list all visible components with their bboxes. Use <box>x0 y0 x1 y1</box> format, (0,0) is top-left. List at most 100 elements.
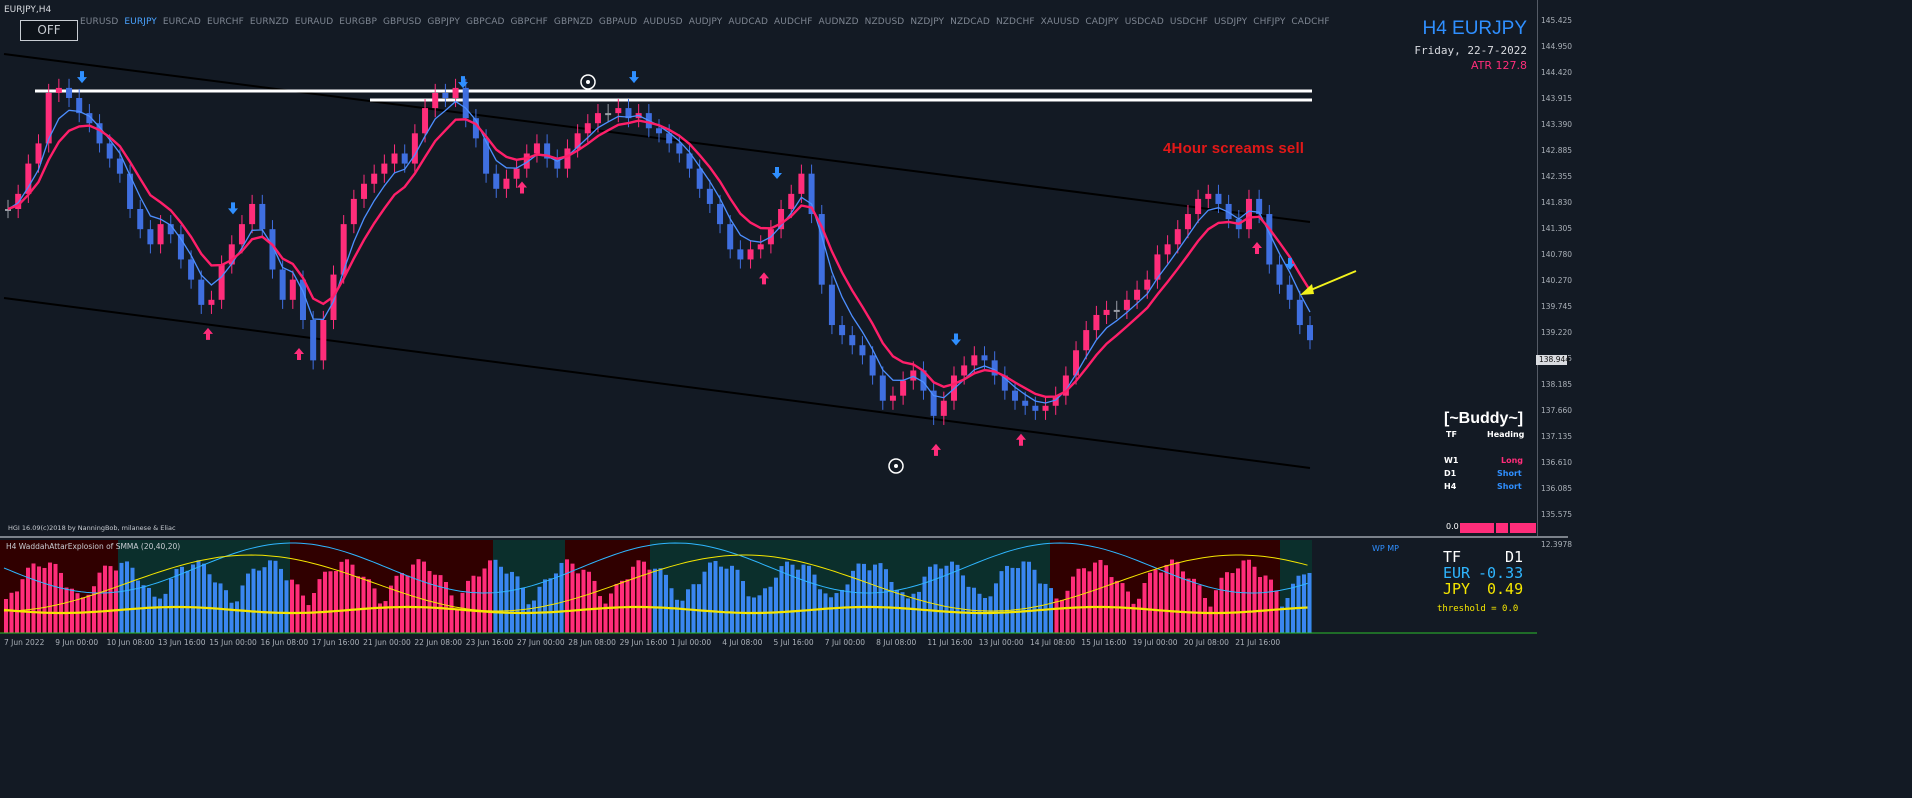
symbol-tab-eurusd[interactable]: EURUSD <box>80 17 118 27</box>
symbol-tab-audnzd[interactable]: AUDNZD <box>819 17 859 27</box>
symbol-tab-gbpaud[interactable]: GBPAUD <box>599 17 637 27</box>
histogram-bar <box>42 567 47 633</box>
histogram-bar <box>631 566 635 633</box>
candle-body <box>320 319 327 361</box>
candle-body <box>1195 198 1202 215</box>
histogram-bar <box>1126 591 1130 633</box>
histogram-bar <box>466 580 470 633</box>
candle-body <box>727 224 734 250</box>
histogram-bar <box>873 564 877 633</box>
symbol-tab-xauusd[interactable]: XAUUSD <box>1041 17 1080 27</box>
time-axis-label: 5 Jul 16:00 <box>773 638 814 647</box>
sell-arrow-icon <box>951 333 961 346</box>
price-axis-label: 135.575 <box>1541 510 1573 519</box>
symbol-tab-nzdjpy[interactable]: NZDJPY <box>910 17 944 27</box>
price-axis <box>1537 0 1568 536</box>
histogram-bar <box>807 565 811 633</box>
candle-body <box>981 355 988 361</box>
buddy-row-heading: Short <box>1497 469 1522 478</box>
histogram-bar <box>345 559 349 633</box>
symbol-tab-gbpnzd[interactable]: GBPNZD <box>554 17 593 27</box>
histogram-bar <box>1252 566 1257 633</box>
histogram-bar <box>686 589 690 633</box>
price-axis-label: 142.885 <box>1541 146 1573 155</box>
histogram-bar <box>471 575 476 633</box>
symbol-tab-eurjpy[interactable]: EURJPY <box>124 17 157 27</box>
candle-body <box>55 87 62 93</box>
off-button[interactable]: OFF <box>20 20 78 41</box>
histogram-bar <box>1016 568 1020 633</box>
symbol-tab-chfjpy[interactable]: CHFJPY <box>1253 17 1285 27</box>
histogram-bar <box>680 600 685 633</box>
histogram-bar <box>1104 565 1108 633</box>
candle-body <box>147 229 154 245</box>
candle-body <box>940 400 947 416</box>
histogram-bar <box>763 588 767 633</box>
histogram-bar <box>147 587 151 633</box>
histogram-bar <box>152 596 157 633</box>
candle-body <box>1103 309 1110 315</box>
candle-body <box>615 108 622 114</box>
symbol-tab-eurchf[interactable]: EURCHF <box>207 17 244 27</box>
symbol-tab-audchf[interactable]: AUDCHF <box>774 17 813 27</box>
histogram-bar <box>1208 606 1213 633</box>
candle-body <box>218 264 225 300</box>
candle-body <box>656 128 662 134</box>
histogram-bar <box>1269 579 1273 633</box>
histogram-bar <box>823 593 828 633</box>
symbol-tab-cadjpy[interactable]: CADJPY <box>1085 17 1118 27</box>
sub-currency-value: 0.49 <box>1487 580 1524 598</box>
waddah-attar-histogram[interactable] <box>0 538 1537 636</box>
symbol-tab-nzdcad[interactable]: NZDCAD <box>950 17 990 27</box>
symbol-tab-euraud[interactable]: EURAUD <box>295 17 333 27</box>
symbol-tab-gbpusd[interactable]: GBPUSD <box>383 17 421 27</box>
candle-body <box>584 123 591 134</box>
symbol-tab-usdjpy[interactable]: USDJPY <box>1214 17 1247 27</box>
symbol-tab-usdchf[interactable]: USDCHF <box>1170 17 1208 27</box>
histogram-bar <box>675 599 679 633</box>
time-axis-label: 7 Jul 00:00 <box>824 638 865 647</box>
histogram-bar <box>125 561 129 633</box>
time-axis-label: 9 Jun 00:00 <box>55 638 99 647</box>
candle-body <box>1266 214 1273 265</box>
symbol-tab-gbpcad[interactable]: GBPCAD <box>466 17 505 27</box>
candle-body <box>1042 405 1049 411</box>
symbol-tab-gbpjpy[interactable]: GBPJPY <box>427 17 460 27</box>
symbol-tab-eurcad[interactable]: EURCAD <box>163 17 201 27</box>
histogram-bar <box>790 564 795 633</box>
symbol-tab-audcad[interactable]: AUDCAD <box>728 17 768 27</box>
price-chart[interactable] <box>0 0 1537 536</box>
symbol-tab-eurnzd[interactable]: EURNZD <box>250 17 289 27</box>
time-axis-label: 15 Jun 00:00 <box>209 638 257 647</box>
price-axis-label: 141.305 <box>1541 224 1573 233</box>
histogram-bar <box>169 578 173 633</box>
histogram-bar <box>581 569 586 633</box>
histogram-bar <box>20 579 25 633</box>
candle-body <box>106 143 113 159</box>
histogram-bar <box>449 595 454 633</box>
symbol-tab-nzdusd[interactable]: NZDUSD <box>865 17 905 27</box>
histogram-bar <box>1230 573 1235 633</box>
symbol-tab-nzdchf[interactable]: NZDCHF <box>996 17 1035 27</box>
chart-window: EURJPY,H4 EURUSD EURJPY EURCAD EURCHF EURNZD… <box>0 0 1572 653</box>
symbol-tab-cadchf[interactable]: CADCHF <box>1291 17 1329 27</box>
histogram-bar <box>482 568 487 633</box>
symbol-tab-eurgbp[interactable]: EURGBP <box>339 17 377 27</box>
histogram-bar <box>878 563 883 633</box>
symbol-tab-usdcad[interactable]: USDCAD <box>1125 17 1164 27</box>
time-axis-label: 16 Jun 08:00 <box>260 638 309 647</box>
symbol-tab-audusd[interactable]: AUDUSD <box>643 17 683 27</box>
histogram-bar <box>834 593 839 633</box>
histogram-bar <box>713 560 718 633</box>
candle-body <box>961 365 968 376</box>
histogram-bar <box>741 581 745 633</box>
histogram-bar <box>933 564 938 633</box>
histogram-bar <box>746 596 751 633</box>
symbol-tab-gbpchf[interactable]: GBPCHF <box>510 17 547 27</box>
candle-body <box>1307 325 1313 341</box>
symbol-tab-audjpy[interactable]: AUDJPY <box>689 17 723 27</box>
zero-value-label: 0.0 <box>1446 522 1459 531</box>
time-axis-label: 1 Jul 00:00 <box>670 638 712 647</box>
histogram-bar <box>240 585 245 633</box>
sell-arrow-icon <box>77 71 87 84</box>
